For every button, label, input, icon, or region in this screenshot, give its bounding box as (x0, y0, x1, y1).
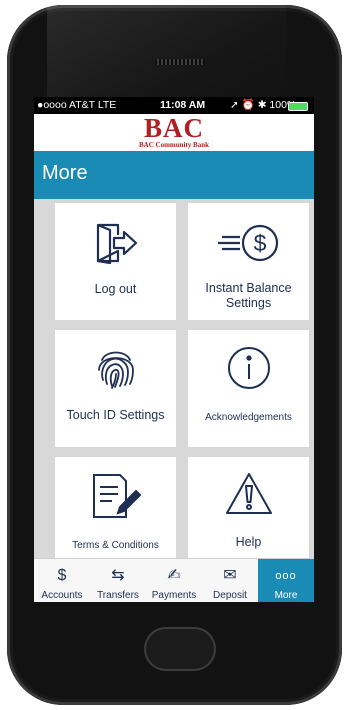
status-icons: ➚ ⏰ ✱ 100% (230, 99, 297, 111)
tab-accounts[interactable]: $ Accounts (34, 559, 90, 602)
dollar-icon: $ (57, 567, 67, 584)
tab-label: Accounts (41, 590, 83, 601)
brand-logo: BAC (143, 113, 204, 143)
carrier-signal: ●oooo AT&T LTE (37, 99, 117, 111)
deposit-icon: ✉ (223, 567, 237, 584)
help-tile[interactable]: Help (188, 457, 309, 558)
status-time: 11:08 AM (160, 99, 206, 111)
tile-label: Help (235, 535, 262, 549)
page-title: More (42, 162, 88, 184)
tile-label: Instant Balance Settings (205, 281, 292, 310)
logout-tile[interactable]: Log out (55, 203, 176, 320)
tab-transfers[interactable]: ⇆ Transfers (90, 559, 146, 602)
brand-subtitle: BAC Community Bank (138, 141, 209, 149)
tab-payments[interactable]: ✍ Payments (146, 559, 202, 602)
instant-balance-tile[interactable]: $ Instant Balance Settings (188, 203, 309, 320)
tile-label: Acknowledgements (205, 412, 292, 423)
page-header: More (34, 151, 314, 199)
more-icon: ooo (275, 570, 297, 582)
info-icon (227, 347, 270, 389)
touch-id-tile[interactable]: Touch ID Settings (55, 330, 176, 447)
tile-label: Touch ID Settings (66, 408, 165, 422)
tile-label: Log out (94, 282, 137, 296)
transfer-icon: ⇆ (111, 567, 125, 584)
document-pen-icon (92, 474, 141, 518)
logout-icon (96, 223, 137, 265)
terms-tile[interactable]: Terms & Conditions (55, 457, 176, 558)
tile-label: Terms & Conditions (72, 540, 159, 551)
acknowledgements-tile[interactable]: Acknowledgements (188, 330, 309, 447)
instant-balance-icon: $ (217, 224, 278, 262)
tab-bar: $ Accounts ⇆ Transfers ✍ Payments ✉ Depo… (34, 558, 314, 602)
tab-deposit[interactable]: ✉ Deposit (202, 559, 258, 602)
status-bar: ●oooo AT&T LTE 11:08 AM ➚ ⏰ ✱ 100% (34, 97, 314, 114)
payments-icon: ✍ (167, 567, 181, 584)
tab-more[interactable]: ooo More (258, 559, 314, 602)
home-button[interactable] (144, 627, 216, 671)
fingerprint-icon (97, 351, 134, 389)
svg-text:$: $ (253, 230, 266, 256)
app-screen: ●oooo AT&T LTE 11:08 AM ➚ ⏰ ✱ 100% BAC B… (34, 97, 314, 602)
warning-icon (225, 473, 272, 514)
tab-label: More (274, 590, 298, 601)
battery-icon (288, 102, 308, 111)
brand-header: BAC BAC Community Bank (34, 114, 314, 151)
tab-label: Payments (151, 590, 197, 601)
phone-speaker (155, 59, 205, 65)
tab-label: Transfers (97, 590, 139, 601)
tab-label: Deposit (213, 590, 247, 601)
